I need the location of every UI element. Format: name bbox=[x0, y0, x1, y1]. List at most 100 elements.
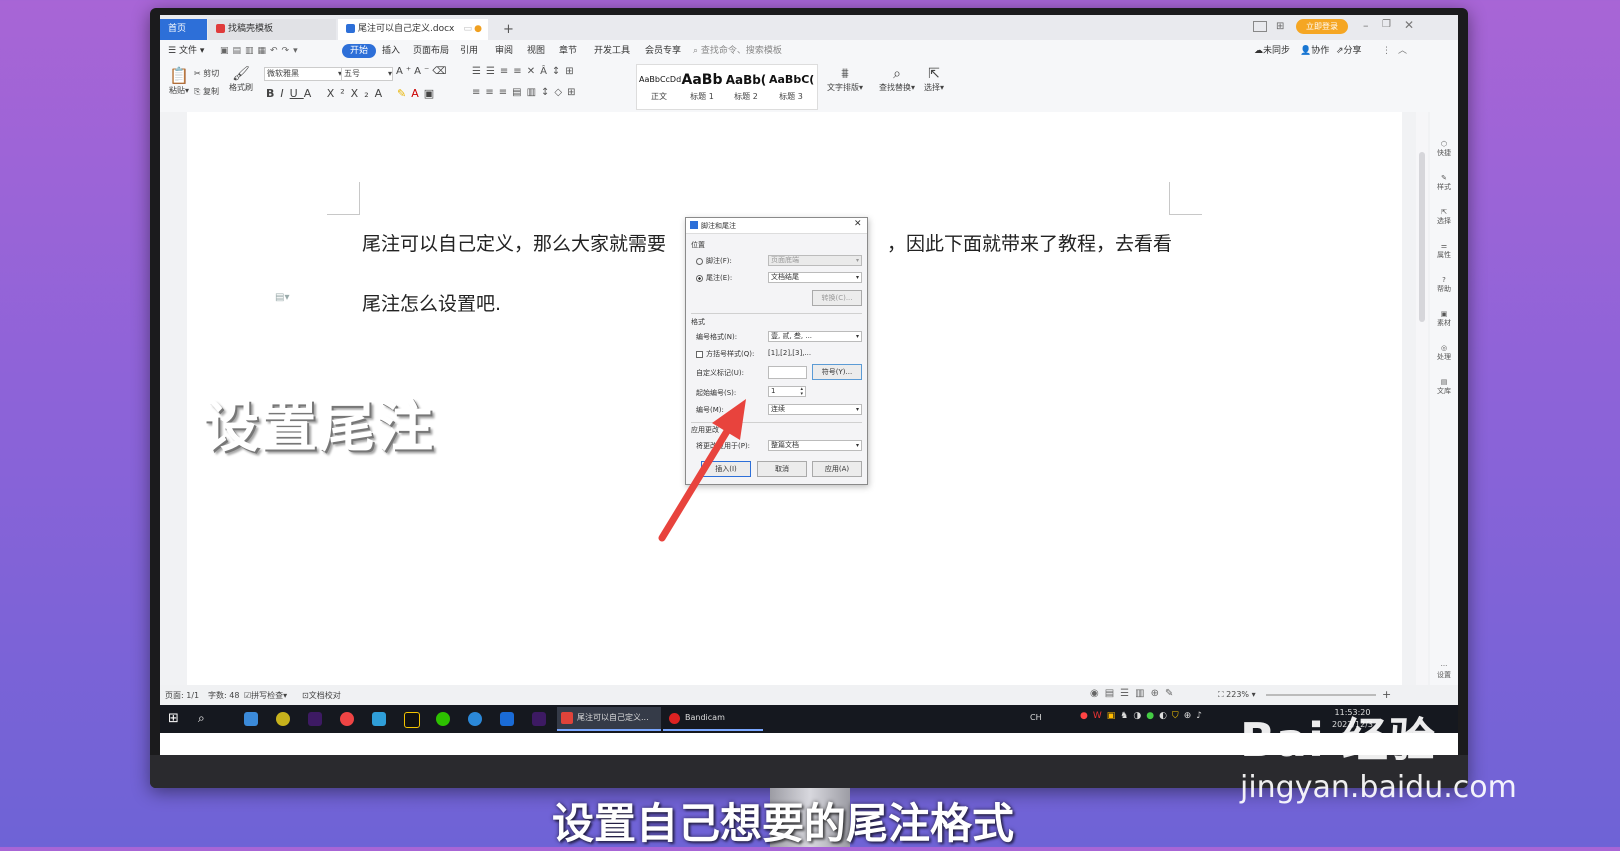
alignment-buttons[interactable]: ≡≡≡▤▥↕◇⊞ bbox=[472, 87, 580, 98]
menu-chapter[interactable]: 章节 bbox=[559, 44, 577, 58]
side-style[interactable]: ✎ 样式 bbox=[1430, 174, 1458, 192]
start-number-input[interactable]: 1 ▴ ▾ bbox=[768, 386, 806, 397]
cut-button[interactable]: ✂ 剪切 bbox=[194, 68, 219, 79]
tab-home[interactable]: 首页 bbox=[160, 19, 207, 40]
share-button[interactable]: ⇗分享 bbox=[1336, 44, 1362, 58]
numbering-select[interactable]: 连续 ▾ bbox=[768, 404, 862, 415]
bracket-style-checkbox[interactable]: 方括号样式(Q): bbox=[696, 349, 754, 359]
menu-references[interactable]: 引用 bbox=[460, 44, 478, 58]
dialog-close-icon[interactable]: ✕ bbox=[854, 219, 862, 229]
paragraph-line-1-end[interactable]: ，因此下面就带来了教程，去看看 bbox=[887, 229, 1172, 256]
word-count[interactable]: 字数: 48 bbox=[208, 690, 239, 701]
font-size-select[interactable]: 五号 ▾ bbox=[341, 67, 393, 81]
menu-review[interactable]: 审阅 bbox=[495, 44, 513, 58]
chrome-icon[interactable] bbox=[340, 712, 354, 726]
paragraph-line-2[interactable]: 尾注怎么设置吧. bbox=[362, 289, 501, 316]
highlight-color-buttons[interactable]: ✎A▣ bbox=[397, 87, 439, 100]
collab-button[interactable]: 👤协作 bbox=[1300, 44, 1329, 58]
collapse-ribbon-icon[interactable]: ︿ bbox=[1398, 44, 1407, 58]
apply-button[interactable]: 应用(A) bbox=[812, 461, 862, 477]
tab-close-icon[interactable]: ▭ bbox=[463, 19, 472, 40]
windows-start-icon[interactable]: ⊞ bbox=[168, 711, 179, 726]
style-normal[interactable]: AaBbCcDd 正文 bbox=[639, 69, 681, 107]
restore-icon[interactable]: ❐ bbox=[1382, 19, 1391, 30]
paragraph-handle-icon[interactable]: ▤▾ bbox=[275, 292, 289, 303]
zoom-in-icon[interactable]: + bbox=[1382, 688, 1391, 701]
premiere-icon[interactable] bbox=[308, 712, 322, 726]
paste-button[interactable]: 📋 粘贴▾ bbox=[168, 66, 190, 96]
layout-icon[interactable] bbox=[1253, 21, 1267, 32]
footnote-location-select[interactable]: 页面底端 ▾ bbox=[768, 255, 862, 266]
spinner-icon[interactable]: ▴ ▾ bbox=[800, 387, 803, 397]
style-heading-3[interactable]: AaBbC(标题 3 bbox=[769, 69, 814, 107]
format-painter-button[interactable]: 🖌 格式刷 bbox=[229, 66, 253, 93]
side-shortcut[interactable]: ⬡ 快捷 bbox=[1430, 140, 1458, 158]
menu-view[interactable]: 视图 bbox=[527, 44, 545, 58]
minimize-icon[interactable]: – bbox=[1363, 19, 1369, 32]
side-help[interactable]: ? 帮助 bbox=[1430, 276, 1458, 294]
endnote-radio[interactable]: 尾注(E): bbox=[696, 273, 732, 283]
more-icon[interactable]: ⋮ bbox=[1382, 44, 1391, 58]
system-tray-icons[interactable]: ●W▣♞◑●◐⛉⊕♪ bbox=[1080, 711, 1207, 721]
login-button[interactable]: 立即登录 bbox=[1296, 19, 1348, 34]
list-indent-buttons[interactable]: ☰☰≡≡✕Â↕⊞ bbox=[472, 66, 579, 77]
wechat-icon[interactable] bbox=[436, 712, 450, 726]
endnote-location-select[interactable]: 文档结尾 ▾ bbox=[768, 272, 862, 283]
menu-start[interactable]: 开始 bbox=[342, 44, 377, 58]
feishu-icon[interactable] bbox=[500, 712, 514, 726]
number-format-select[interactable]: 壹, 贰, 叁, ... ▾ bbox=[768, 331, 862, 342]
proofread[interactable]: ⊡文档校对 bbox=[302, 690, 341, 701]
close-icon[interactable]: ✕ bbox=[1404, 18, 1414, 32]
find-replace-button[interactable]: ⌕ 查找替换▾ bbox=[879, 66, 915, 93]
side-properties[interactable]: ⚌ 属性 bbox=[1430, 242, 1458, 260]
text-layout-button[interactable]: ⩩ 文字排版▾ bbox=[827, 66, 863, 93]
photos-icon[interactable] bbox=[244, 712, 258, 726]
spell-check[interactable]: ☑拼写检查▾ bbox=[244, 690, 287, 701]
scroll-thumb[interactable] bbox=[1419, 152, 1425, 322]
side-library[interactable]: ▤ 文库 bbox=[1430, 378, 1458, 396]
menu-insert[interactable]: 插入 bbox=[382, 44, 400, 58]
view-mode-buttons[interactable]: ◉▤☰▥⊕✎ bbox=[1090, 688, 1179, 699]
app-icon[interactable] bbox=[276, 712, 290, 726]
new-tab-button[interactable]: + bbox=[495, 19, 514, 40]
menu-page-layout[interactable]: 页面布局 bbox=[413, 44, 449, 58]
taskbar-wps-app[interactable]: 尾注可以自己定义... bbox=[557, 707, 661, 731]
apply-to-select[interactable]: 整篇文档 ▾ bbox=[768, 440, 862, 451]
copy-button[interactable]: ⎘ 复制 bbox=[194, 86, 219, 97]
tab-document[interactable]: 尾注可以自己定义.docx ▭ ● bbox=[338, 19, 488, 40]
custom-mark-input[interactable] bbox=[768, 366, 807, 379]
input-method[interactable]: CH bbox=[1030, 713, 1042, 722]
font-format-buttons[interactable]: BIUA X²X₂A bbox=[266, 87, 388, 100]
style-heading-2[interactable]: AaBb(标题 2 bbox=[725, 69, 767, 107]
side-material[interactable]: ▣ 素材 bbox=[1430, 310, 1458, 328]
menu-developer[interactable]: 开发工具 bbox=[594, 44, 630, 58]
tab-templates[interactable]: 找稿壳模板 bbox=[208, 19, 336, 40]
font-select[interactable]: 微软雅黑 ▾ bbox=[264, 67, 343, 81]
footnote-radio[interactable]: 脚注(F): bbox=[696, 256, 732, 266]
style-gallery[interactable]: AaBbCcDd 正文 AaBb 标题 1 AaBb(标题 2 AaBbC(标题 3 bbox=[636, 64, 818, 110]
paragraph-line-1[interactable]: 尾注可以自己定义，那么大家就需要 bbox=[362, 229, 666, 256]
vertical-scrollbar[interactable] bbox=[1416, 112, 1428, 685]
qq-icon[interactable] bbox=[404, 712, 420, 728]
style-heading-1[interactable]: AaBb 标题 1 bbox=[681, 69, 723, 107]
font-grow-shrink[interactable]: A⁺A⁻⌫ bbox=[396, 66, 449, 77]
select-button[interactable]: ⇱ 选择▾ bbox=[924, 66, 944, 93]
menu-member[interactable]: 会员专享 bbox=[645, 44, 681, 58]
edge-icon[interactable] bbox=[468, 712, 482, 726]
zoom-level[interactable]: ⛶ 223% ▾ bbox=[1218, 690, 1256, 700]
side-select[interactable]: ⇱ 选择 bbox=[1430, 208, 1458, 226]
qq-browser-icon[interactable] bbox=[372, 712, 386, 726]
grid-icon[interactable]: ⊞ bbox=[1276, 21, 1284, 32]
sync-button[interactable]: ☁未同步 bbox=[1254, 44, 1290, 58]
command-search[interactable]: ⌕ 查找命令、搜索模板 bbox=[693, 44, 782, 58]
file-menu[interactable]: ☰ 文件 ▾ bbox=[168, 44, 204, 58]
symbol-button[interactable]: 符号(Y)... bbox=[812, 364, 862, 380]
premiere-icon-2[interactable] bbox=[532, 712, 546, 726]
taskbar-bandicam-app[interactable]: Bandicam bbox=[663, 707, 763, 731]
convert-button[interactable]: 转换(C)... bbox=[812, 290, 862, 306]
side-process[interactable]: ◎ 处理 bbox=[1430, 344, 1458, 362]
quick-access-toolbar[interactable]: ▣▤▥▦↶↷▾ bbox=[220, 44, 302, 58]
zoom-slider[interactable] bbox=[1266, 694, 1376, 696]
search-icon[interactable]: ⌕ bbox=[198, 711, 205, 726]
side-settings[interactable]: ··· 设置 bbox=[1430, 662, 1458, 680]
